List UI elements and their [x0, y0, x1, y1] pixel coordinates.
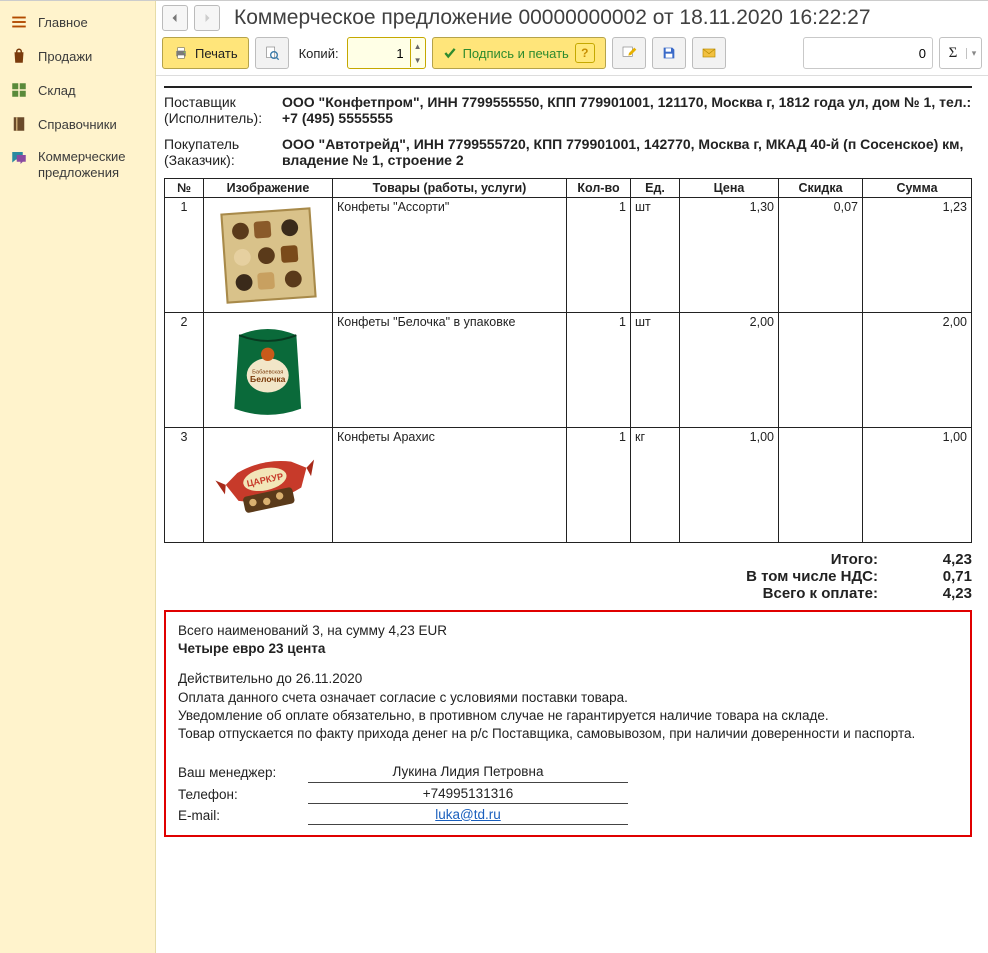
edit-icon: [621, 45, 637, 61]
footer-box: Всего наименований 3, на сумму 4,23 EUR …: [164, 610, 972, 837]
help-icon[interactable]: ?: [575, 43, 595, 63]
email-button[interactable]: [692, 37, 726, 69]
dropdown-icon[interactable]: ▾: [966, 48, 981, 59]
printer-icon: [173, 45, 189, 61]
table-row: 1 Конфеты "Ассорти" 1 шт 1,30 0,07 1,23: [165, 198, 972, 313]
terms-line: Уведомление об оплате обязательно, в про…: [178, 707, 958, 725]
spin-up-icon[interactable]: ▲: [411, 39, 425, 53]
manager-label: Ваш менеджер:: [178, 764, 308, 782]
preview-button[interactable]: [255, 37, 289, 69]
number-input[interactable]: [803, 37, 933, 69]
edit-button[interactable]: [612, 37, 646, 69]
pay-label: Всего к оплате:: [763, 585, 878, 602]
mail-icon: [701, 45, 717, 61]
toolbar: Печать Копий: ▲▼ Подпись и печать ?: [156, 31, 988, 76]
col-sum: Сумма: [863, 179, 972, 198]
vat-value: 0,71: [892, 568, 972, 585]
book-icon: [10, 115, 28, 133]
email-value: luka@td.ru: [308, 806, 628, 825]
manager-value: Лукина Лидия Петровна: [308, 763, 628, 782]
supplier-label: Поставщик (Исполнитель):: [164, 94, 274, 126]
total-label: Итого:: [831, 551, 878, 568]
spin-down-icon[interactable]: ▼: [411, 53, 425, 67]
phone-value: +74995131316: [308, 785, 628, 804]
save-icon: [661, 45, 677, 61]
sidebar-item-label: Коммерческие предложения: [38, 149, 126, 182]
pay-value: 4,23: [892, 585, 972, 602]
nav-forward-button[interactable]: [194, 5, 220, 31]
copies-label: Копий:: [299, 46, 339, 61]
col-unit: Ед.: [631, 179, 680, 198]
document-area: Поставщик (Исполнитель): ООО "Конфетпром…: [156, 76, 988, 953]
sidebar-item-label: Справочники: [38, 117, 117, 132]
terms-line: Оплата данного счета означает согласие с…: [178, 689, 958, 707]
sign-print-button[interactable]: Подпись и печать ?: [432, 37, 606, 69]
items-table: № Изображение Товары (работы, услуги) Ко…: [164, 178, 972, 543]
page-title: Коммерческое предложение 00000000002 от …: [234, 6, 871, 30]
buyer-label: Покупатель (Заказчик):: [164, 136, 274, 168]
total-value: 4,23: [892, 551, 972, 568]
check-icon: [443, 46, 457, 60]
col-img: Изображение: [204, 179, 333, 198]
product-image: ЦАРКУР: [208, 430, 328, 540]
print-button[interactable]: Печать: [162, 37, 249, 69]
sidebar-item-label: Главное: [38, 15, 88, 30]
terms-line: Товар отпускается по факту прихода денег…: [178, 725, 958, 743]
valid-line: Действительно до 26.11.2020: [178, 670, 958, 688]
chat-icon: [10, 149, 28, 167]
preview-icon: [264, 45, 280, 61]
buyer-value: ООО "Автотрейд", ИНН 7799555720, КПП 779…: [282, 136, 972, 168]
copies-spinner[interactable]: ▲▼: [347, 37, 426, 69]
sidebar-item-label: Склад: [38, 83, 76, 98]
sign-print-label: Подпись и печать: [463, 46, 569, 61]
col-disc: Скидка: [779, 179, 863, 198]
menu-icon: [10, 13, 28, 31]
col-name: Товары (работы, услуги): [333, 179, 567, 198]
bag-icon: [10, 47, 28, 65]
sidebar-item-sales[interactable]: Продажи: [0, 39, 155, 73]
table-row: 2 БабаевскаяБелочка Конфеты "Белочка" в …: [165, 313, 972, 428]
sidebar-item-refs[interactable]: Справочники: [0, 107, 155, 141]
sum-button[interactable]: Σ ▾: [939, 37, 982, 69]
sidebar-item-main[interactable]: Главное: [0, 5, 155, 39]
print-button-label: Печать: [195, 46, 238, 61]
copies-input[interactable]: [348, 45, 410, 62]
count-line: Всего наименований 3, на сумму 4,23 EUR: [178, 622, 958, 640]
sidebar-item-offers[interactable]: Коммерческие предложения: [0, 141, 155, 190]
sum-words: Четыре евро 23 цента: [178, 640, 958, 658]
nav-back-button[interactable]: [162, 5, 188, 31]
title-bar: Коммерческое предложение 00000000002 от …: [156, 1, 988, 31]
product-image: [208, 200, 328, 310]
email-label: E-mail:: [178, 807, 308, 825]
svg-text:Белочка: Белочка: [250, 373, 286, 383]
grid-icon: [10, 81, 28, 99]
email-link[interactable]: luka@td.ru: [435, 807, 500, 822]
sidebar: Главное Продажи Склад Справочники Коммер…: [0, 1, 156, 953]
product-image: БабаевскаяБелочка: [208, 315, 328, 425]
col-price: Цена: [680, 179, 779, 198]
sidebar-item-warehouse[interactable]: Склад: [0, 73, 155, 107]
col-num: №: [165, 179, 204, 198]
supplier-value: ООО "Конфетпром", ИНН 7799555550, КПП 77…: [282, 94, 972, 126]
table-row: 3 ЦАРКУР Конфеты Арахис 1 кг 1,00 1,00: [165, 428, 972, 543]
col-qty: Кол-во: [567, 179, 631, 198]
totals: Итого: 4,23 В том числе НДС: 0,71 Всего к …: [164, 551, 972, 602]
phone-label: Телефон:: [178, 786, 308, 804]
vat-label: В том числе НДС:: [746, 568, 878, 585]
sidebar-item-label: Продажи: [38, 49, 92, 64]
sigma-icon: Σ: [940, 45, 966, 62]
save-button[interactable]: [652, 37, 686, 69]
